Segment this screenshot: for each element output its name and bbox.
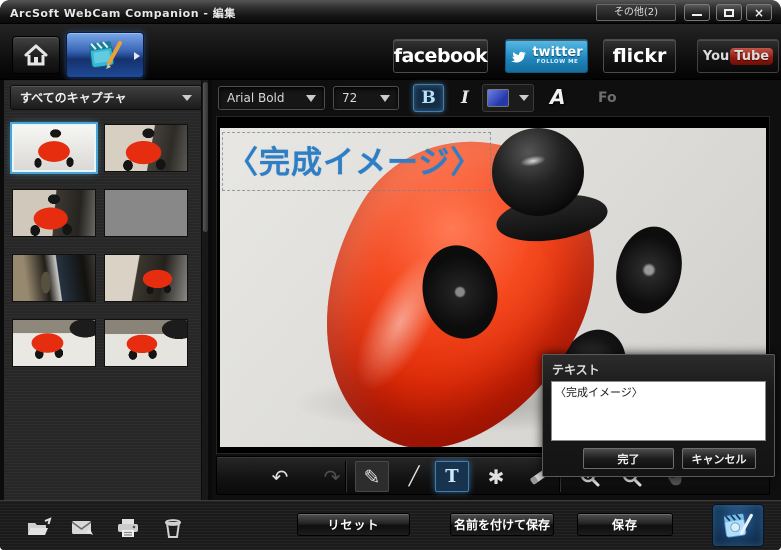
font-family-select[interactable]: Arial Bold: [218, 86, 325, 110]
thumbnail-3[interactable]: [12, 189, 96, 237]
home-icon: [24, 44, 48, 66]
flickr-button[interactable]: flickr: [603, 39, 676, 73]
toolbar-divider: [345, 461, 346, 492]
window-title: ArcSoft WebCam Companion - 編集: [10, 7, 236, 20]
text-opacity-button[interactable]: Fo: [598, 90, 617, 106]
youtube-button[interactable]: You Tube: [697, 39, 779, 73]
thumbnail-7[interactable]: [12, 319, 96, 367]
text-overlay-box[interactable]: 〈完成イメージ〉: [222, 132, 492, 191]
text-outline-button[interactable]: A: [550, 85, 565, 109]
color-swatch: [487, 89, 509, 107]
folder-open-icon: [28, 517, 52, 535]
flickr-label: flickr: [612, 45, 667, 67]
twitter-bird-icon: [511, 51, 527, 62]
facebook-button[interactable]: facebook: [393, 39, 488, 73]
close-icon: ×: [753, 5, 765, 20]
more-options-button[interactable]: その他(2): [596, 4, 676, 21]
nav-bar: facebook twitter FOLLOW ME flickr You Tu…: [0, 24, 781, 80]
clipart-tool-button[interactable]: ✱: [479, 461, 513, 492]
save-button[interactable]: 保存: [577, 513, 673, 536]
print-button[interactable]: [113, 515, 143, 541]
done-button[interactable]: 完了: [583, 448, 674, 469]
reset-button[interactable]: リセット: [297, 513, 410, 536]
text-tool-button[interactable]: T: [435, 461, 469, 492]
thumbnail-5[interactable]: [12, 254, 96, 302]
bold-button[interactable]: B: [413, 84, 444, 112]
facebook-label: facebook: [393, 45, 488, 67]
thumbnail-1[interactable]: [12, 124, 96, 172]
car-dome: [492, 128, 584, 216]
email-button[interactable]: [68, 515, 98, 541]
email-icon: [71, 521, 93, 535]
open-file-button[interactable]: [24, 515, 54, 541]
printer-icon: [118, 519, 138, 537]
webcam-glow-icon: [724, 513, 753, 538]
italic-button[interactable]: I: [452, 84, 478, 112]
canvas-frame: 〈完成イメージ〉 テキスト 〈完成イメージ〉 完了 キャンセル: [216, 116, 775, 477]
text-color-picker[interactable]: [482, 84, 534, 112]
trash-icon: [165, 519, 181, 538]
footer-bar: リセット 名前を付けて保存 保存: [0, 500, 781, 550]
thumbnail-grid: [12, 124, 188, 367]
maximize-button[interactable]: [716, 4, 742, 21]
chevron-down-icon: [519, 95, 529, 101]
thumbnail-6[interactable]: [104, 254, 188, 302]
thumbnail-8[interactable]: [104, 319, 188, 367]
twitter-button[interactable]: twitter FOLLOW ME: [505, 39, 588, 73]
delete-button[interactable]: [158, 515, 188, 541]
chevron-right-icon: [134, 52, 140, 60]
edit-panel: Arial Bold 72 B I A Fo 〈完成イメージ〉 テキスト 〈完成…: [212, 80, 781, 500]
webcam-companion-button[interactable]: [712, 504, 764, 547]
redo-button[interactable]: ↷: [315, 461, 349, 492]
chevron-down-icon: [306, 94, 316, 102]
text-overlay: 〈完成イメージ〉: [227, 145, 483, 181]
dialog-text-input[interactable]: 〈完成イメージ〉: [551, 381, 766, 441]
chevron-down-icon: [380, 94, 390, 102]
font-size-value: 72: [342, 91, 358, 105]
app-window: ArcSoft WebCam Companion - 編集 その他(2) × f…: [0, 0, 781, 550]
line-tool-button[interactable]: ╱: [397, 461, 431, 492]
edit-tab-button[interactable]: [66, 32, 144, 78]
chevron-down-icon: [182, 94, 192, 101]
youtube-you-label: You: [702, 48, 730, 64]
font-size-select[interactable]: 72: [333, 86, 399, 110]
twitter-labels: twitter FOLLOW ME: [532, 46, 582, 66]
dialog-title: テキスト: [552, 363, 600, 377]
sidebar-scrollbar[interactable]: [201, 80, 208, 500]
scrollbar-thumb[interactable]: [203, 82, 208, 232]
undo-button[interactable]: ↶: [263, 461, 297, 492]
text-dialog: テキスト 〈完成イメージ〉 完了 キャンセル: [542, 354, 775, 477]
thumbnail-2[interactable]: [104, 124, 188, 172]
capture-filter-label: すべてのキャプチャ: [20, 91, 127, 105]
capture-filter-dropdown[interactable]: すべてのキャプチャ: [10, 85, 202, 110]
car-wheel: [607, 219, 691, 321]
close-button[interactable]: ×: [746, 4, 772, 21]
twitter-label: twitter: [532, 45, 583, 61]
minimize-button[interactable]: [684, 4, 710, 21]
font-family-value: Arial Bold: [227, 91, 285, 105]
save-as-button[interactable]: 名前を付けて保存: [450, 513, 554, 536]
twitter-sublabel: FOLLOW ME: [536, 59, 579, 66]
maximize-icon: [724, 8, 734, 17]
youtube-tube-label: Tube: [730, 47, 774, 65]
home-button[interactable]: [12, 36, 60, 74]
cancel-button[interactable]: キャンセル: [682, 448, 756, 469]
minimize-icon: [692, 14, 702, 16]
thumbnail-4[interactable]: [104, 189, 188, 237]
title-bar: ArcSoft WebCam Companion - 編集 その他(2) ×: [0, 0, 781, 24]
edit-icon: [89, 41, 122, 69]
capture-sidebar: すべてのキャプチャ: [4, 80, 210, 500]
pencil-tool-button[interactable]: ✎: [355, 461, 389, 492]
